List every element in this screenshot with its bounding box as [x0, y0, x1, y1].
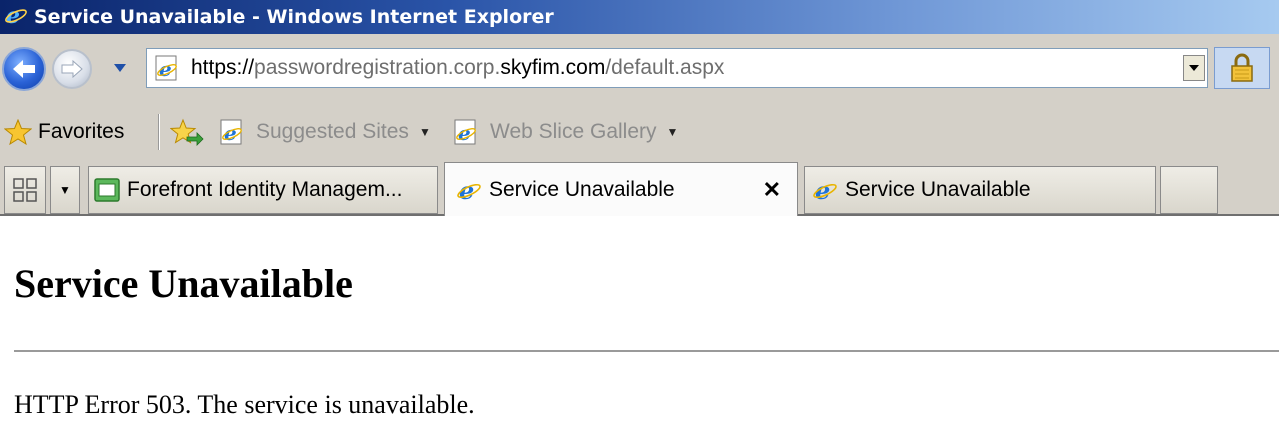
- toolbar-divider: [158, 114, 160, 150]
- url-prefix: https://: [191, 56, 255, 79]
- star-icon: [4, 119, 32, 145]
- url-text: https://passwordregistration.corp.skyfim…: [191, 56, 724, 80]
- tab-label: Service Unavailable: [845, 178, 1031, 201]
- add-to-favorites-bar-button[interactable]: [170, 104, 204, 160]
- caret-down-icon: ▼: [666, 125, 679, 139]
- favorites-button[interactable]: Favorites: [4, 104, 124, 160]
- horizontal-rule: [14, 350, 1279, 352]
- page-heading: Service Unavailable: [14, 261, 353, 306]
- tab-service-unavailable[interactable]: e Service Unavailable: [804, 166, 1156, 214]
- app-window-icon: [94, 178, 120, 202]
- arrow-left-icon: [13, 60, 35, 78]
- grid-icon: [13, 178, 37, 202]
- error-message: HTTP Error 503. The service is unavailab…: [14, 390, 475, 419]
- tab-forefront-identity-manager[interactable]: Forefront Identity Managem...: [88, 166, 438, 214]
- favorites-item-label: Web Slice Gallery: [490, 120, 657, 143]
- security-lock-button[interactable]: [1214, 47, 1270, 89]
- chevron-down-icon: [114, 64, 126, 72]
- url-domain: skyfim.com: [500, 56, 606, 79]
- address-dropdown-button[interactable]: [1183, 55, 1205, 81]
- close-tab-button[interactable]: ✕: [763, 177, 781, 203]
- internet-explorer-icon: e: [457, 176, 481, 204]
- quick-tabs-button[interactable]: [4, 166, 46, 214]
- internet-explorer-icon: e: [4, 3, 28, 31]
- tab-bar: ▼ Forefront Identity Managem... e Servic…: [0, 160, 1279, 216]
- title-bar: e Service Unavailable - Windows Internet…: [0, 0, 1279, 34]
- favorites-bar: Favorites e Suggested Sites ▼ e Web Slic…: [0, 104, 1279, 160]
- page-ie-icon: e: [155, 55, 177, 81]
- tab-list-button[interactable]: ▼: [50, 166, 80, 214]
- internet-explorer-icon: e: [813, 176, 837, 204]
- caret-down-icon: ▼: [59, 183, 71, 197]
- forward-button[interactable]: [52, 49, 92, 89]
- arrow-right-icon: [61, 59, 83, 79]
- star-add-icon: [170, 118, 204, 146]
- tab-label: Service Unavailable: [489, 177, 675, 201]
- recent-pages-dropdown[interactable]: [113, 62, 127, 74]
- favorites-item-web-slice-gallery[interactable]: e Web Slice Gallery ▼: [452, 104, 678, 160]
- new-tab-button[interactable]: [1160, 166, 1218, 214]
- favorites-label: Favorites: [38, 120, 125, 143]
- page-content: Service Unavailable HTTP Error 503. The …: [0, 216, 1279, 435]
- favorites-item-label: Suggested Sites: [256, 120, 409, 143]
- ie-page-icon: e: [220, 119, 242, 145]
- chevron-down-icon: [1189, 65, 1199, 71]
- ie-page-icon: e: [454, 119, 476, 145]
- back-button[interactable]: [2, 47, 46, 91]
- svg-text:e: e: [6, 3, 20, 27]
- caret-down-icon: ▼: [418, 125, 431, 139]
- favorites-item-suggested-sites[interactable]: e Suggested Sites ▼: [218, 104, 431, 160]
- url-path: /default.aspx: [605, 56, 725, 79]
- tab-label: Forefront Identity Managem...: [127, 178, 403, 201]
- address-bar[interactable]: e https://passwordregistration.corp.skyf…: [146, 48, 1208, 88]
- navigation-bar: e https://passwordregistration.corp.skyf…: [0, 34, 1279, 104]
- lock-icon: [1231, 53, 1253, 82]
- url-subdomain: passwordregistration.corp.: [254, 56, 501, 79]
- tab-service-unavailable-active[interactable]: e Service Unavailable ✕: [444, 162, 798, 216]
- window-title: Service Unavailable - Windows Internet E…: [34, 6, 554, 28]
